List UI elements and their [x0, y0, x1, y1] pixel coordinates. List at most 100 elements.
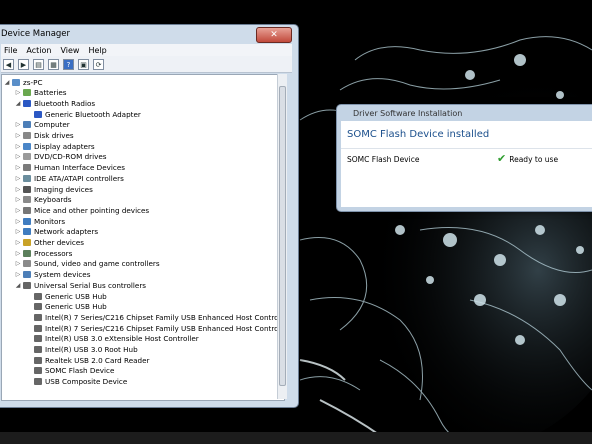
tree-item[interactable]: Generic USB Hub [25, 302, 107, 312]
device-tree: ◢ zs-PC ▷ Batteries ◢ Bluetooth Radios Generic… [1, 74, 285, 401]
camera-icon [23, 185, 31, 193]
tree-item-label: Mice and other pointing devices [34, 205, 150, 215]
tree-item-label: Bluetooth Radios [34, 98, 96, 108]
menu-action[interactable]: Action [26, 46, 51, 55]
tree-item[interactable]: Generic Bluetooth Adapter [25, 109, 141, 119]
expand-collapse-icon[interactable]: ▷ [14, 153, 22, 160]
tree-item-label: Realtek USB 2.0 Card Reader [45, 355, 150, 365]
tree-item[interactable]: ▷ Disk drives [14, 131, 74, 141]
tree-item[interactable]: Intel(R) 7 Series/C216 Chipset Family US… [25, 312, 284, 322]
expand-collapse-icon[interactable]: ▷ [14, 239, 22, 246]
tree-item[interactable]: Generic USB Hub [25, 291, 107, 301]
tree-item[interactable]: SOMC Flash Device [25, 366, 114, 376]
tree-item[interactable]: ▷ Other devices [14, 238, 84, 248]
expand-collapse-icon[interactable]: ▷ [14, 89, 22, 96]
desktop: Device Manager ✕ File Action View Help ◀… [0, 0, 592, 444]
display-adapter-icon [23, 142, 31, 150]
menu-help[interactable]: Help [88, 46, 106, 55]
tree-item-label: Generic USB Hub [45, 291, 107, 301]
tree-item-label: Keyboards [34, 195, 72, 205]
tree-item-label: Network adapters [34, 227, 99, 237]
expand-collapse-icon[interactable]: ▷ [14, 196, 22, 203]
tree-item[interactable]: ▷ Monitors [14, 216, 65, 226]
expand-collapse-icon[interactable]: ▷ [14, 175, 22, 182]
menu-file[interactable]: File [4, 46, 17, 55]
tree-item[interactable]: Intel(R) USB 3.0 eXtensible Host Control… [25, 334, 199, 344]
status-text: Ready to use [509, 154, 559, 164]
processor-icon [23, 249, 31, 257]
tree-item[interactable]: ▷ System devices [14, 270, 91, 280]
scan-hardware-icon[interactable]: ⟳ [93, 58, 104, 70]
menu-view[interactable]: View [60, 46, 79, 55]
help-icon[interactable]: ? [63, 58, 74, 70]
tree-item[interactable]: ▷ DVD/CD-ROM drives [14, 152, 107, 162]
system-device-icon [23, 271, 31, 279]
tree-item[interactable]: Intel(R) USB 3.0 Root Hub [25, 345, 138, 355]
tree-item[interactable]: ▷ Keyboards [14, 195, 72, 205]
tree-item[interactable]: ▷ Batteries [14, 88, 67, 98]
checkmark-icon: ✔ [497, 152, 507, 165]
tree-item[interactable]: ▷ Sound, video and game controllers [14, 259, 160, 269]
tree-item-label: Intel(R) USB 3.0 eXtensible Host Control… [45, 334, 199, 344]
expand-collapse-icon[interactable]: ▷ [14, 228, 22, 235]
keyboard-icon [23, 196, 31, 204]
expand-collapse-icon[interactable]: ◢ [3, 79, 11, 86]
bluetooth-adapter-icon [34, 110, 42, 118]
usb-device-icon [34, 335, 42, 343]
speaker-icon [23, 260, 31, 268]
usb-device-icon [34, 324, 42, 332]
expand-collapse-icon[interactable]: ▷ [14, 218, 22, 225]
expand-collapse-icon[interactable]: ▷ [14, 250, 22, 257]
tree-item[interactable]: Intel(R) 7 Series/C216 Chipset Family US… [25, 323, 284, 333]
tree-item[interactable]: USB Composite Device [25, 377, 127, 387]
tree-item[interactable]: ▷ Display adapters [14, 141, 95, 151]
properties-icon[interactable]: ▦ [48, 58, 59, 70]
expand-collapse-icon[interactable]: ◢ [14, 100, 22, 107]
expand-collapse-icon[interactable]: ▷ [14, 260, 22, 267]
back-icon[interactable]: ◀ [3, 58, 14, 70]
expand-collapse-icon[interactable]: ▷ [14, 132, 22, 139]
expand-collapse-icon[interactable]: ▷ [14, 271, 22, 278]
tree-item[interactable]: ▷ Mice and other pointing devices [14, 205, 150, 215]
tree-item[interactable]: ▷ Human Interface Devices [14, 163, 125, 173]
expand-collapse-icon[interactable]: ▷ [14, 164, 22, 171]
usb-device-icon [34, 346, 42, 353]
tree-item[interactable]: Realtek USB 2.0 Card Reader [25, 355, 149, 365]
expand-collapse-icon[interactable]: ▷ [14, 121, 22, 128]
tree-item-label: IDE ATA/ATAPI controllers [34, 173, 124, 183]
expand-collapse-icon[interactable]: ▷ [14, 143, 22, 150]
tree-item[interactable]: ▷ Processors [14, 248, 73, 258]
tree-item-label: Human Interface Devices [34, 163, 125, 173]
update-driver-icon[interactable]: ▣ [78, 58, 89, 70]
tree-item-label: Generic USB Hub [45, 302, 107, 312]
expand-collapse-icon[interactable]: ▷ [14, 207, 22, 214]
scrollbar-thumb[interactable] [279, 86, 286, 386]
tree-item[interactable]: ◢ Universal Serial Bus controllers [14, 280, 146, 290]
disk-drive-icon [23, 132, 31, 139]
tree-item-label: SOMC Flash Device [45, 366, 115, 376]
taskbar [0, 432, 592, 444]
expand-collapse-icon[interactable]: ◢ [14, 282, 22, 289]
tree-item[interactable]: ◢ zs-PC [3, 77, 43, 87]
tree-item[interactable]: ▷ Imaging devices [14, 184, 93, 194]
tree-item-label: zs-PC [23, 77, 43, 87]
hid-icon [23, 164, 31, 172]
tree-item-label: Monitors [34, 216, 66, 226]
tree-item[interactable]: ▷ Computer [14, 120, 70, 130]
tree-item[interactable]: ▷ Network adapters [14, 227, 98, 237]
usb-device-icon [34, 313, 42, 321]
vertical-scrollbar[interactable] [277, 74, 287, 399]
tree-item[interactable]: ◢ Bluetooth Radios [14, 98, 95, 108]
tree-item[interactable]: ▷ IDE ATA/ATAPI controllers [14, 173, 124, 183]
device-name: SOMC Flash Device [347, 155, 420, 164]
mouse-icon [23, 206, 31, 214]
tree-item-label: Computer [34, 120, 70, 130]
dialog-title: Driver Software Installation [353, 109, 463, 118]
window-title: Device Manager [1, 29, 71, 39]
close-button[interactable]: ✕ [256, 27, 292, 43]
forward-icon[interactable]: ▶ [18, 58, 29, 70]
expand-collapse-icon[interactable]: ▷ [14, 186, 22, 193]
device-status: ✔ Ready to use [497, 152, 559, 165]
tree-item-label: USB Composite Device [45, 377, 128, 387]
show-hide-tree-icon[interactable]: ▤ [33, 58, 44, 70]
